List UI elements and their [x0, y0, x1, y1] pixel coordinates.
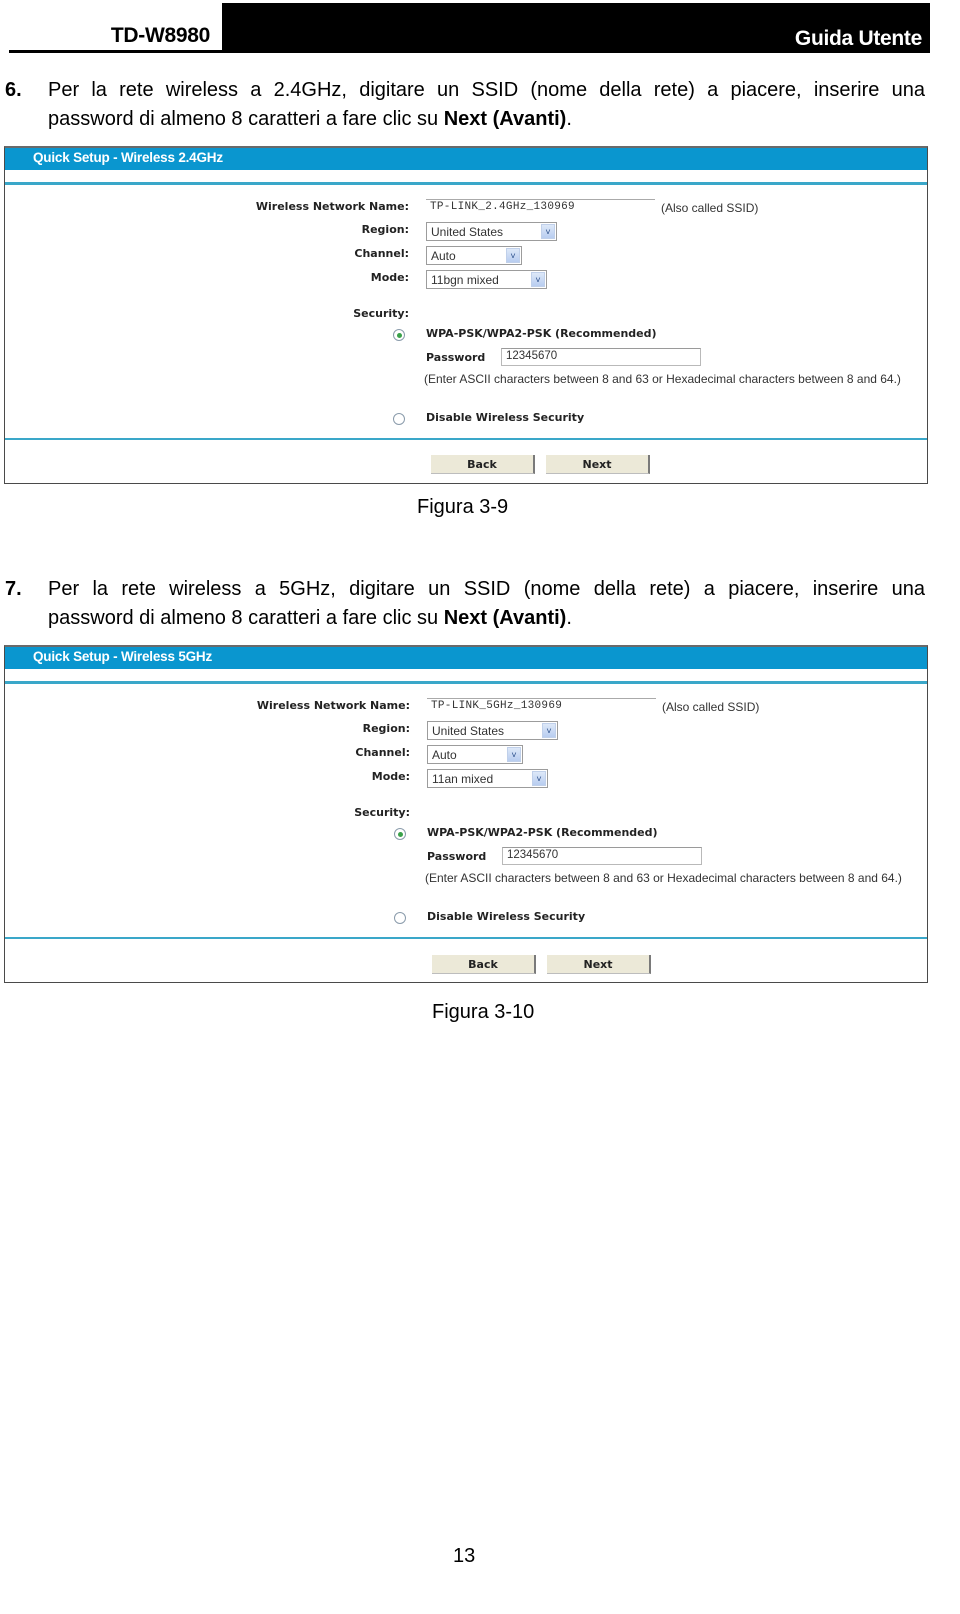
- mode-label: Mode:: [370, 271, 409, 284]
- step-line-1: Per la rete wireless a 5GHz, digitare un…: [48, 578, 925, 600]
- back-button[interactable]: Back: [431, 455, 535, 474]
- next-button[interactable]: Next: [547, 955, 651, 974]
- figure-caption: Figura 3-10: [432, 1001, 535, 1023]
- ssid-hint: (Also called SSID): [662, 700, 760, 714]
- channel-value: Auto: [432, 748, 457, 762]
- step-line-2-suffix: .: [566, 607, 572, 629]
- disable-security-label: Disable Wireless Security: [426, 411, 585, 424]
- password-label: Password: [427, 850, 487, 863]
- panel-divider-bottom: [5, 937, 927, 939]
- region-value: United States: [432, 724, 505, 738]
- step-line-2-bold: Next (Avanti): [443, 607, 567, 629]
- ssid-input[interactable]: TP-LINK_5GHz_130969: [427, 698, 656, 716]
- panel-title: Quick Setup - Wireless 5GHz: [33, 649, 213, 664]
- step-line-2-prefix: password di almeno 8 caratteri a fare cl…: [48, 108, 444, 130]
- step-line-2-bold: Next (Avanti): [443, 108, 567, 130]
- password-hint: (Enter ASCII characters between 8 and 63…: [424, 372, 901, 386]
- panel-title-bar: Quick Setup - Wireless 5GHz: [5, 647, 927, 669]
- panel-divider-bottom: [5, 438, 927, 440]
- chevron-down-icon[interactable]: ˅: [541, 224, 555, 239]
- panel-divider-top: [5, 681, 927, 684]
- channel-label: Channel:: [355, 746, 410, 759]
- channel-select[interactable]: Auto ˅: [427, 745, 523, 764]
- chevron-down-icon[interactable]: ˅: [532, 771, 546, 786]
- step-7: 7. Per la rete wireless a 5GHz, digitare…: [5, 575, 925, 633]
- disable-security-label: Disable Wireless Security: [427, 910, 586, 923]
- header-model-cell: TD-W8980: [9, 3, 222, 53]
- channel-label: Channel:: [354, 247, 409, 260]
- channel-select[interactable]: Auto ˅: [426, 246, 522, 265]
- wpa-option-label: WPA-PSK/WPA2-PSK (Recommended): [427, 826, 658, 839]
- wpa-radio[interactable]: [394, 828, 406, 840]
- chevron-down-icon[interactable]: ˅: [507, 747, 521, 762]
- ssid-input[interactable]: TP-LINK_2.4GHz_130969: [426, 199, 655, 217]
- region-select[interactable]: United States ˅: [426, 222, 557, 241]
- step-line-2-prefix: password di almeno 8 caratteri a fare cl…: [48, 607, 444, 629]
- back-button[interactable]: Back: [432, 955, 536, 974]
- ssid-label: Wireless Network Name:: [256, 699, 410, 712]
- step-6: 6. Per la rete wireless a 2.4GHz, digita…: [5, 76, 925, 134]
- step-text: Per la rete wireless a 5GHz, digitare un…: [48, 575, 925, 633]
- password-hint: (Enter ASCII characters between 8 and 63…: [425, 871, 902, 885]
- figure-caption: Figura 3-9: [417, 496, 509, 518]
- region-label: Region:: [361, 223, 409, 236]
- page-number: 13: [453, 1545, 476, 1567]
- security-label: Security:: [354, 806, 410, 819]
- mode-label: Mode:: [371, 770, 410, 783]
- password-input[interactable]: 12345670: [502, 847, 702, 865]
- step-text: Per la rete wireless a 2.4GHz, digitare …: [48, 76, 925, 134]
- step-line-2-suffix: .: [566, 108, 572, 130]
- ssid-label: Wireless Network Name:: [255, 200, 409, 213]
- region-value: United States: [431, 225, 504, 239]
- chevron-down-icon[interactable]: ˅: [506, 248, 520, 263]
- panel-title-bar: Quick Setup - Wireless 2.4GHz: [5, 148, 927, 170]
- step-line-1: Per la rete wireless a 2.4GHz, digitare …: [48, 79, 925, 101]
- ssid-hint: (Also called SSID): [661, 201, 759, 215]
- header-doc-title: Guida Utente: [794, 27, 922, 50]
- header-title-cell: Guida Utente: [222, 3, 930, 53]
- region-select[interactable]: United States ˅: [427, 721, 558, 740]
- region-label: Region:: [362, 722, 410, 735]
- page-header: TD-W8980 Guida Utente: [9, 3, 930, 53]
- wpa-radio[interactable]: [393, 329, 405, 341]
- header-model: TD-W8980: [110, 24, 210, 47]
- disable-security-radio[interactable]: [393, 413, 405, 425]
- mode-value: 11bgn mixed: [431, 273, 499, 287]
- password-input[interactable]: 12345670: [501, 348, 701, 366]
- channel-value: Auto: [431, 249, 456, 263]
- chevron-down-icon[interactable]: ˅: [531, 272, 545, 287]
- next-button[interactable]: Next: [546, 455, 650, 474]
- step-number: 7.: [5, 578, 22, 600]
- step-number: 6.: [5, 79, 22, 101]
- wpa-option-label: WPA-PSK/WPA2-PSK (Recommended): [426, 327, 657, 340]
- mode-value: 11an mixed: [432, 772, 494, 786]
- mode-select[interactable]: 11bgn mixed ˅: [426, 270, 547, 289]
- mode-select[interactable]: 11an mixed ˅: [427, 769, 548, 788]
- password-label: Password: [426, 351, 486, 364]
- chevron-down-icon[interactable]: ˅: [542, 723, 556, 738]
- disable-security-radio[interactable]: [394, 912, 406, 924]
- panel-title: Quick Setup - Wireless 2.4GHz: [33, 150, 223, 165]
- security-label: Security:: [353, 307, 409, 320]
- quick-setup-wireless-5ghz-panel: Quick Setup - Wireless 5GHz Wireless Net…: [4, 645, 928, 983]
- quick-setup-wireless-24ghz-panel: Quick Setup - Wireless 2.4GHz Wireless N…: [4, 146, 928, 484]
- panel-divider-top: [5, 182, 927, 185]
